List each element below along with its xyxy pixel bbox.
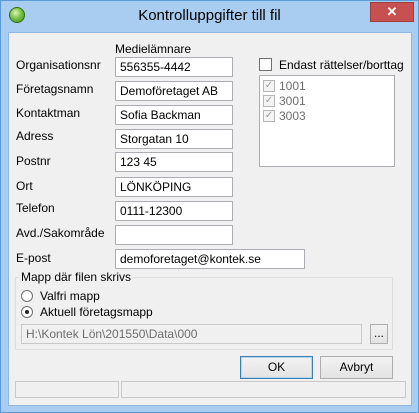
- postnr-label: Postnr: [16, 154, 51, 168]
- status-panel-left: [15, 381, 119, 398]
- foretagsnamn-label: Företagsnamn: [16, 82, 94, 96]
- code-listbox[interactable]: ✓ 1001 ✓ 3001 ✓ 3003: [259, 75, 395, 167]
- endast-rattelser-checkbox[interactable]: [259, 58, 272, 71]
- kontaktman-field[interactable]: Sofia Backman: [115, 105, 233, 125]
- dialog-window: Kontrolluppgifter till fil ✕ Medielämnar…: [0, 0, 419, 413]
- organisationsnr-field[interactable]: 556355-4442: [115, 57, 233, 77]
- check-icon[interactable]: ✓: [263, 95, 275, 107]
- e-post-label: E-post: [16, 251, 51, 265]
- kontaktman-label: Kontaktman: [16, 106, 81, 120]
- endast-rattelser-label: Endast rättelser/borttag: [279, 58, 404, 72]
- aktuell-foretagsmapp-radio[interactable]: [21, 306, 33, 318]
- valfri-mapp-label: Valfri mapp: [40, 289, 100, 303]
- folder-path-field[interactable]: H:\Kontek Lön\201550\Data\000: [21, 324, 362, 344]
- ok-button[interactable]: OK: [240, 356, 313, 379]
- check-icon[interactable]: ✓: [263, 110, 275, 122]
- valfri-mapp-radio[interactable]: [21, 290, 33, 302]
- organisationsnr-label: Organisationsnr: [16, 58, 101, 72]
- ort-label: Ort: [16, 179, 33, 193]
- foretagsnamn-field[interactable]: Demoföretaget AB: [115, 81, 233, 101]
- telefon-field[interactable]: 0111-12300: [115, 201, 233, 221]
- title-bar[interactable]: Kontrolluppgifter till fil ✕: [1, 1, 418, 31]
- e-post-field[interactable]: demoforetaget@kontek.se: [115, 249, 305, 269]
- cancel-button[interactable]: Avbryt: [320, 356, 393, 379]
- window-title: Kontrolluppgifter till fil: [138, 7, 281, 24]
- radio-dot: [25, 310, 29, 314]
- adress-field[interactable]: Storgatan 10: [115, 129, 233, 149]
- medielamnare-header: Medielämnare: [115, 42, 192, 56]
- ort-field[interactable]: LÖNKÖPING: [115, 177, 233, 197]
- postnr-field[interactable]: 123 45: [115, 152, 233, 172]
- aktuell-foretagsmapp-label: Aktuell företagsmapp: [40, 305, 153, 319]
- status-panel-right: [121, 381, 406, 398]
- avd-sakomrade-label: Avd./Sakområde: [16, 226, 105, 240]
- avd-sakomrade-field[interactable]: [115, 225, 233, 245]
- close-button[interactable]: ✕: [370, 2, 414, 22]
- telefon-label: Telefon: [16, 201, 55, 215]
- adress-label: Adress: [16, 129, 54, 143]
- folder-group-title: Mapp där filen skrivs: [19, 270, 134, 284]
- dialog-client-area: Medielämnare Organisationsnr 556355-4442…: [8, 32, 412, 406]
- check-icon[interactable]: ✓: [263, 80, 275, 92]
- browse-button[interactable]: ...: [370, 324, 388, 344]
